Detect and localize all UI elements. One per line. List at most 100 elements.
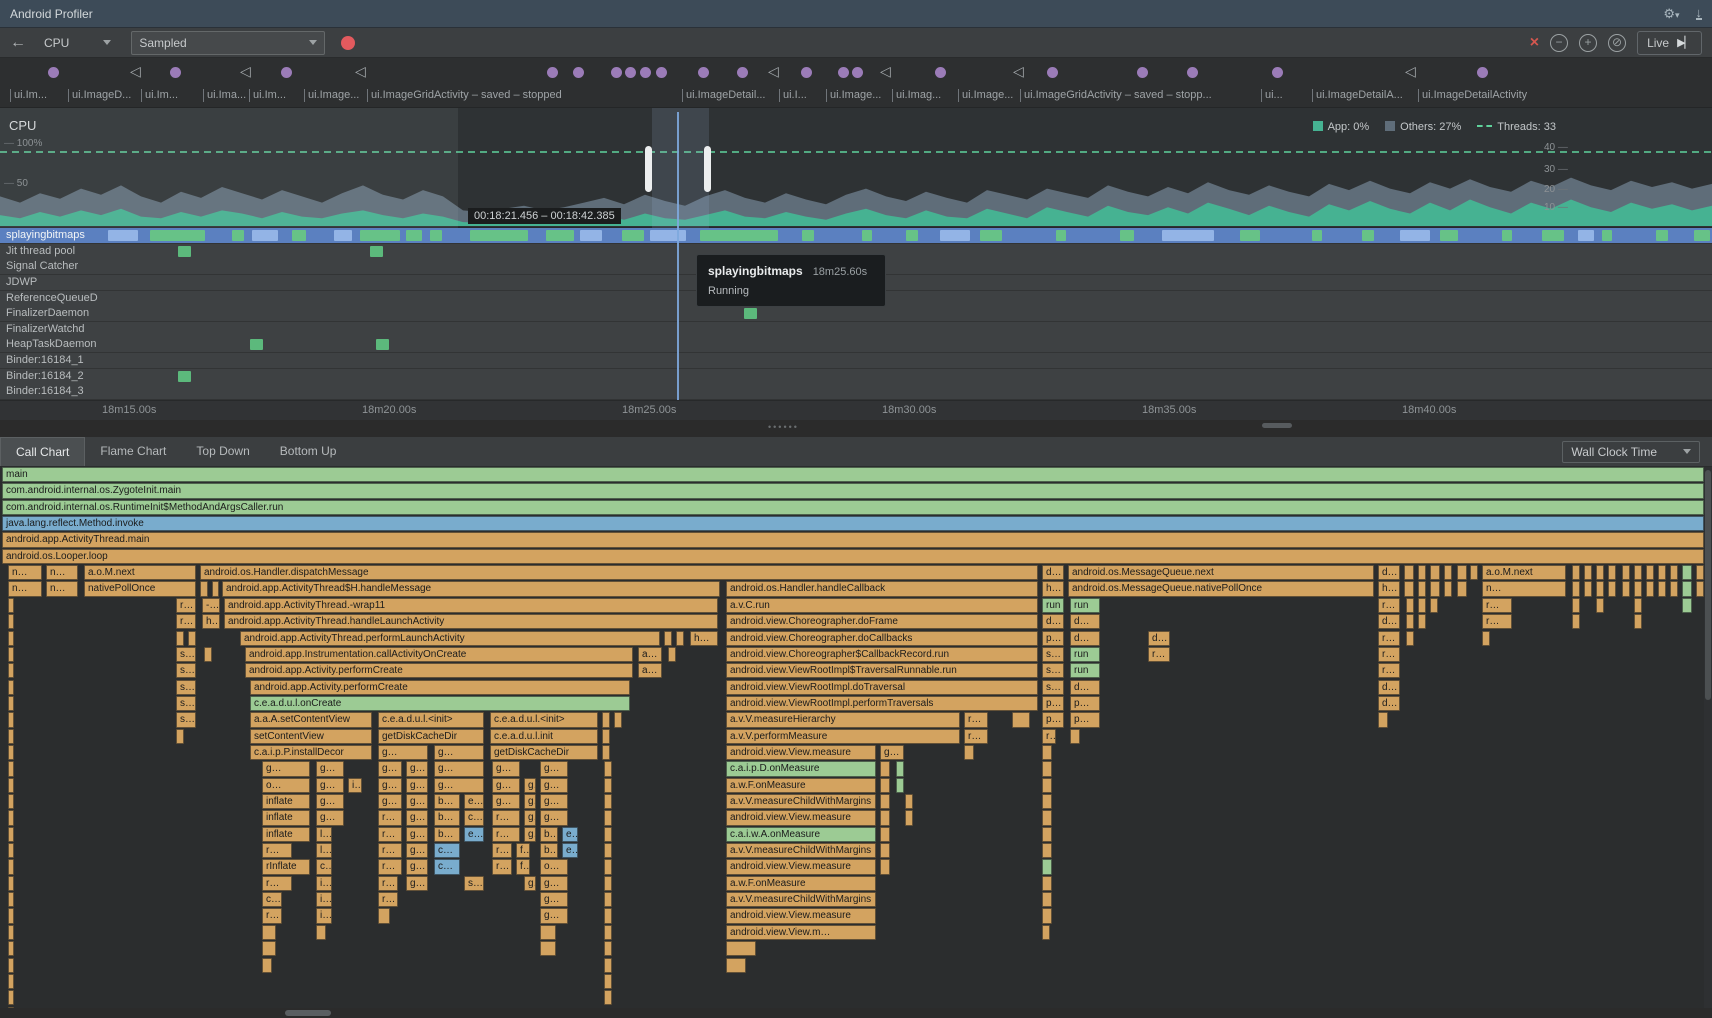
selection-handle-right[interactable] <box>704 146 711 192</box>
cpu-usage-chart[interactable]: CPU App: 0%Others: 27%Threads: 33 00:18:… <box>0 108 1712 228</box>
flame-segment[interactable]: android.view.ViewRootImpl.doTraversal <box>726 680 1038 695</box>
flame-segment[interactable]: r… <box>176 598 196 613</box>
flame-segment[interactable] <box>604 876 612 891</box>
flame-segment[interactable] <box>1634 581 1642 596</box>
flame-segment[interactable]: r… <box>262 908 282 923</box>
flame-segment[interactable]: g… <box>540 908 568 923</box>
flame-segment[interactable]: android.view.View.measure <box>726 810 876 825</box>
flame-segment[interactable] <box>8 908 14 923</box>
flame-segment[interactable] <box>604 941 612 956</box>
flame-segment[interactable]: a.v.V.performMeasure <box>726 729 960 744</box>
thread-row[interactable]: FinalizerDaemon <box>0 306 1712 321</box>
flame-segment[interactable] <box>8 745 14 760</box>
flame-segment[interactable]: r… <box>378 843 402 858</box>
settings-gear-icon[interactable]: ⚙▾ <box>1663 6 1679 22</box>
flame-segment[interactable]: i… <box>316 908 332 923</box>
flame-segment[interactable]: f… <box>516 843 530 858</box>
flame-segment[interactable]: i… <box>316 892 332 907</box>
flame-segment[interactable] <box>1378 712 1388 727</box>
flame-segment[interactable] <box>8 729 14 744</box>
flame-segment[interactable]: g… <box>316 761 344 776</box>
clock-type-dropdown[interactable]: Wall Clock Time <box>1562 441 1700 463</box>
flame-segment[interactable]: n… <box>8 581 42 596</box>
flame-segment[interactable] <box>212 581 219 596</box>
flame-segment[interactable]: android.view.View.measure <box>726 908 876 923</box>
thread-row[interactable]: Binder:16184_1 <box>0 353 1712 368</box>
flame-segment[interactable]: r… <box>262 843 292 858</box>
flame-segment[interactable]: l… <box>316 827 332 842</box>
flame-segment[interactable]: g… <box>378 794 402 809</box>
flame-segment[interactable]: run <box>1070 647 1100 662</box>
flame-segment[interactable]: g… <box>492 761 520 776</box>
flame-segment[interactable]: c.e.a.d.u.l.onCreate <box>250 696 630 711</box>
flame-segment[interactable]: inflate <box>262 810 310 825</box>
flame-segment[interactable] <box>1696 581 1704 596</box>
flame-segment[interactable] <box>1670 565 1678 580</box>
flame-segment[interactable] <box>604 892 612 907</box>
flame-segment[interactable]: android.view.Choreographer.doCallbacks <box>726 631 1038 646</box>
flame-segment[interactable]: a.a.A.setContentView <box>250 712 372 727</box>
flame-segment[interactable]: r… <box>1378 631 1400 646</box>
flame-segment[interactable]: s… <box>176 712 196 727</box>
flame-segment[interactable] <box>1596 565 1604 580</box>
flame-segment[interactable] <box>1042 843 1052 858</box>
flame-segment[interactable]: g… <box>406 843 428 858</box>
flame-segment[interactable] <box>8 696 14 711</box>
flame-segment[interactable]: a.o.M.next <box>1482 565 1566 580</box>
flame-segment[interactable] <box>8 941 14 956</box>
flame-segment[interactable]: s… <box>176 647 196 662</box>
flame-segment[interactable] <box>1696 565 1704 580</box>
flame-segment[interactable]: c.e.a.d.u.l.<init> <box>490 712 598 727</box>
flame-segment[interactable] <box>1042 810 1052 825</box>
flame-segment[interactable]: g… <box>316 778 344 793</box>
flame-segment[interactable]: setContentView <box>250 729 372 744</box>
flame-segment[interactable]: g… <box>492 794 520 809</box>
flame-segment[interactable] <box>8 892 14 907</box>
flame-segment[interactable]: android.os.Handler.handleCallback <box>726 581 1038 596</box>
flame-segment[interactable] <box>1042 876 1052 891</box>
flame-segment[interactable] <box>200 581 208 596</box>
flame-segment[interactable] <box>1658 565 1666 580</box>
flame-segment[interactable]: r… <box>378 876 398 891</box>
flame-segment[interactable]: g… <box>434 745 484 760</box>
flame-segment[interactable]: h… <box>1042 581 1064 596</box>
flame-segment[interactable]: r… <box>964 712 988 727</box>
live-button[interactable]: Live ▶▏ <box>1637 31 1702 55</box>
flame-segment[interactable] <box>602 729 610 744</box>
flame-segment[interactable]: f… <box>516 859 530 874</box>
flame-segment[interactable]: android.app.ActivityThread.handleLaunchA… <box>224 614 718 629</box>
flame-segment[interactable] <box>1572 614 1580 629</box>
flame-segment[interactable]: a.v.V.measureChildWithMargins <box>726 794 876 809</box>
flame-segment[interactable] <box>8 974 14 989</box>
flame-segment[interactable] <box>1042 745 1052 760</box>
flame-segment[interactable] <box>1406 631 1414 646</box>
flame-segment[interactable] <box>1042 859 1052 874</box>
flame-segment[interactable] <box>8 680 14 695</box>
flame-segment[interactable]: c… <box>316 859 332 874</box>
flame-segment[interactable] <box>262 925 276 940</box>
flame-segment[interactable]: a.v.C.run <box>726 598 1038 613</box>
flame-segment[interactable] <box>1406 614 1414 629</box>
flame-segment[interactable]: c.e.a.d.u.l.<init> <box>378 712 484 727</box>
flame-segment[interactable]: r… <box>1042 729 1056 744</box>
flame-segment[interactable] <box>8 958 14 973</box>
flame-segment[interactable] <box>1404 581 1414 596</box>
flame-segment[interactable] <box>188 631 196 646</box>
flame-segment[interactable] <box>8 614 14 629</box>
flame-segment[interactable] <box>1418 581 1426 596</box>
flame-segment[interactable]: g… <box>524 876 536 891</box>
flame-segment[interactable]: run <box>1042 598 1064 613</box>
flame-segment[interactable]: g… <box>524 827 536 842</box>
flame-segment[interactable] <box>1042 778 1052 793</box>
flame-segment[interactable]: java.lang.reflect.Method.invoke <box>2 516 1704 531</box>
flame-segment[interactable] <box>1444 565 1452 580</box>
flame-segment[interactable]: android.app.Instrumentation.callActivity… <box>245 647 633 662</box>
flame-segment[interactable]: main <box>2 467 1704 482</box>
flame-segment[interactable] <box>1646 565 1654 580</box>
zoom-out-icon[interactable]: − <box>1550 34 1568 52</box>
flame-segment[interactable] <box>1042 761 1052 776</box>
flame-segment[interactable]: d… <box>1070 631 1100 646</box>
flame-segment[interactable]: p… <box>1042 696 1064 711</box>
flame-segment[interactable] <box>905 794 913 809</box>
flame-segment[interactable]: d… <box>1070 614 1100 629</box>
